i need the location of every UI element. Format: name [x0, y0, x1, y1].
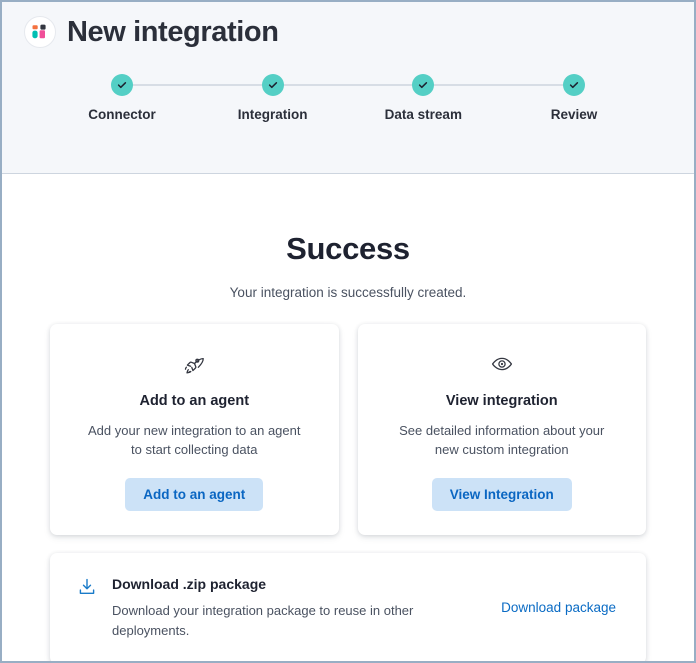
elastic-integration-logo-icon	[24, 16, 56, 48]
stepper-step-label: Integration	[238, 107, 308, 122]
new-integration-window: New integration Connector	[0, 0, 696, 663]
card-description: Add your new integration to an agent to …	[82, 422, 307, 460]
eye-icon	[490, 351, 514, 377]
check-icon	[412, 74, 434, 96]
stepper-step-label: Connector	[88, 107, 156, 122]
page-title: New integration	[67, 18, 279, 47]
header-title-row: New integration	[2, 2, 694, 48]
card-title: Add to an agent	[139, 393, 249, 409]
action-cards-row: Add to an agent Add your new integration…	[50, 324, 646, 535]
card-description: See detailed information about your new …	[389, 422, 614, 460]
stepper-step-label: Data stream	[385, 107, 462, 122]
stepper-step-integration[interactable]: Integration	[213, 74, 333, 122]
success-heading: Success	[50, 232, 646, 266]
download-icon	[74, 577, 100, 597]
check-icon	[563, 74, 585, 96]
stepper-step-connector[interactable]: Connector	[62, 74, 182, 122]
stepper-connector-line	[122, 84, 574, 86]
check-icon	[111, 74, 133, 96]
view-integration-card[interactable]: View integration See detailed informatio…	[358, 324, 647, 535]
download-package-link[interactable]: Download package	[501, 600, 616, 615]
stepper-step-review[interactable]: Review	[514, 74, 634, 122]
stepper-track: Connector Integration	[62, 74, 634, 122]
download-panel-title: Download .zip package	[112, 575, 485, 593]
success-subheading: Your integration is successfully created…	[50, 285, 646, 300]
download-panel-description: Download your integration package to reu…	[112, 601, 442, 640]
check-icon	[262, 74, 284, 96]
add-to-agent-card[interactable]: Add to an agent Add your new integration…	[50, 324, 339, 535]
stepper-step-label: Review	[551, 107, 598, 122]
card-title: View integration	[446, 393, 558, 409]
main-content: Success Your integration is successfully…	[2, 232, 694, 663]
rocket-icon	[182, 351, 206, 377]
download-panel-texts: Download .zip package Download your inte…	[112, 575, 501, 640]
add-to-an-agent-button[interactable]: Add to an agent	[125, 478, 263, 512]
download-package-panel: Download .zip package Download your inte…	[50, 553, 646, 663]
stepper: Connector Integration	[62, 74, 634, 122]
stepper-step-data-stream[interactable]: Data stream	[363, 74, 483, 122]
page-header: New integration Connector	[2, 2, 694, 174]
view-integration-button[interactable]: View Integration	[432, 478, 572, 512]
